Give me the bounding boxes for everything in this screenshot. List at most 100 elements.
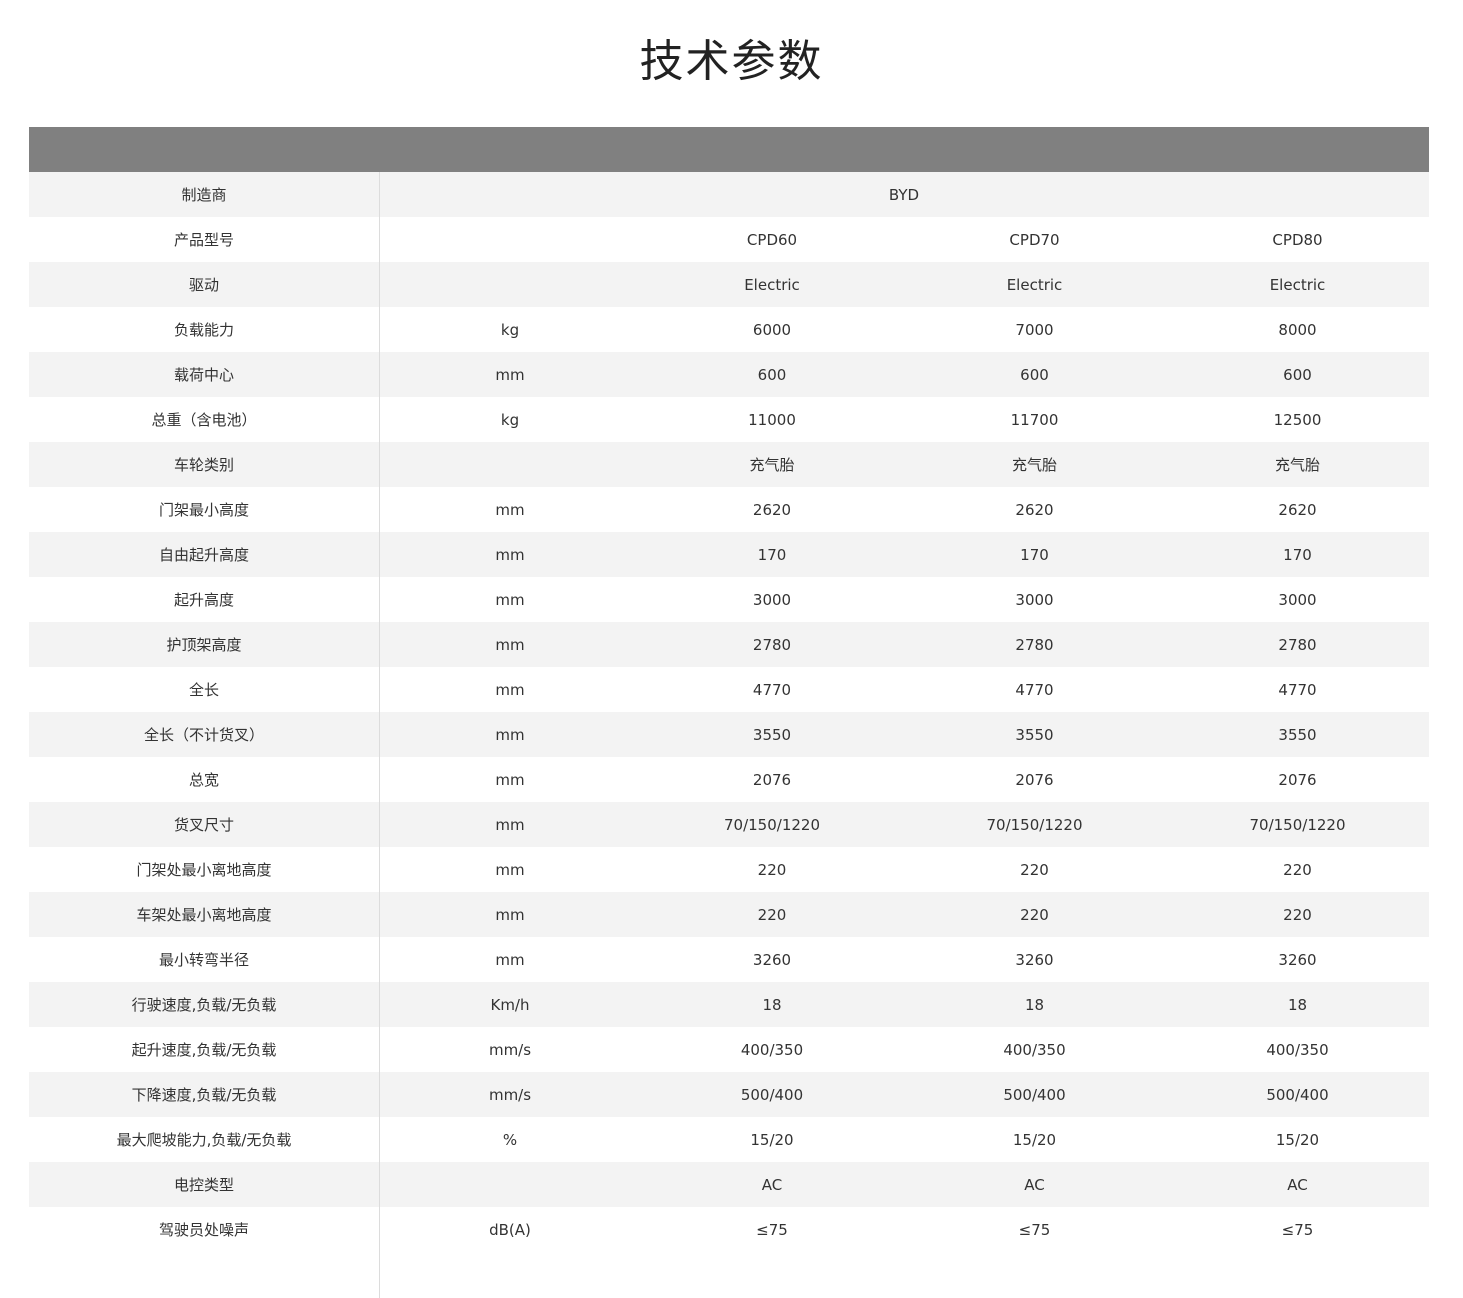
model-value-cell: 15/20 [750, 1130, 794, 1149]
table-row: 行驶速度,负载/无负载 Km/h 18 18 18 [29, 982, 1429, 1027]
row-label: 行驶速度,负载/无负载 [131, 996, 277, 1014]
model-value-cell: 3260 [1015, 950, 1054, 969]
table-row: 最大爬坡能力,负载/无负载% 15/20 15/20 15/20 [29, 1117, 1429, 1162]
model-value-cell: Electric [1269, 275, 1326, 294]
row-label: 全长（不计货叉） [143, 726, 264, 744]
model-value-cell: 4770 [752, 680, 792, 699]
row-label: 门架最小高度 [158, 501, 249, 519]
table-row: 全长 mm 4770 4770 4770 [29, 667, 1429, 712]
model-value-cell: AC [761, 1175, 783, 1194]
row-label: 总宽 [188, 771, 219, 789]
spec-table: 制造商 BYD 产品型号 CPD60 CPD70 CPD80 驱动 Electric Ele… [29, 127, 1429, 1298]
row-unit: kg [500, 410, 520, 429]
model-value-cell: 70/150/1220 [724, 815, 820, 834]
model-value-cell: 2076 [1278, 770, 1317, 789]
table-row: 全长（不计货叉） mm 3550 3550 3550 [29, 712, 1429, 757]
model-value-cell: 2780 [1015, 635, 1054, 654]
row-unit: mm [495, 590, 525, 609]
model-value-cell: CPD80 [1272, 230, 1323, 249]
model-value-cell: AC [1024, 1175, 1045, 1194]
table-row: 总宽 mm 2076 2076 2076 [29, 757, 1429, 802]
model-value-cell: 220 [1283, 905, 1312, 924]
model-value-cell: 6000 [752, 320, 792, 339]
row-label: 门架处最小离地高度 [136, 861, 272, 879]
row-unit: mm [495, 860, 525, 879]
model-value-cell: 18 [1287, 995, 1308, 1014]
table-row: 门架处最小离地高度 mm 220 220 220 [29, 847, 1429, 892]
model-value-cell: 11000 [748, 410, 796, 429]
model-value-cell: CPD70 [1009, 230, 1060, 249]
row-label: 最大爬坡能力,负载/无负载 [116, 1131, 292, 1149]
model-value-cell: 600 [1283, 365, 1312, 384]
table-row: 车轮类别 充气胎 充气胎 充气胎 [29, 442, 1429, 487]
row-label: 起升速度,负载/无负载 [131, 1041, 277, 1059]
row-label: 全长 [188, 681, 219, 699]
row-unit: kg [500, 320, 520, 339]
table-row: 驱动 Electric Electric Electric [29, 262, 1429, 307]
model-value-cell: 8000 [1278, 320, 1317, 339]
model-value-cell: 220 [1283, 860, 1312, 879]
table-row: 产品型号 CPD60 CPD70 CPD80 [29, 217, 1429, 262]
model-value-cell: 3550 [1278, 725, 1317, 744]
model-value-cell: 3000 [1015, 590, 1054, 609]
row-unit: mm [495, 500, 525, 519]
table-row: 货叉尺寸 mm 70/150/1220 70/150/1220 70/150/1220 [29, 802, 1429, 847]
model-value-cell: 2620 [1278, 500, 1317, 519]
row-label: 负载能力 [173, 321, 234, 339]
row-unit: mm/s [488, 1040, 532, 1059]
model-value-cell: 70/150/1220 [1249, 815, 1346, 834]
row-label: 护顶架高度 [166, 636, 242, 654]
column-divider [379, 172, 380, 1298]
table-row: 总重（含电池） kg 11000 11700 12500 [29, 397, 1429, 442]
manufacturer-value: BYD [888, 185, 920, 204]
model-value-cell: 70/150/1220 [986, 815, 1083, 834]
model-value-cell: 500/400 [1003, 1085, 1066, 1104]
model-value-cell: Electric [1006, 275, 1063, 294]
model-value-cell: 2620 [752, 500, 792, 519]
model-value-cell: 3000 [752, 590, 792, 609]
model-value-cell: 500/400 [1266, 1085, 1329, 1104]
model-value-cell: 3550 [752, 725, 792, 744]
model-value-cell: AC [1287, 1175, 1308, 1194]
model-value-cell: Electric [744, 275, 800, 294]
table-row: 起升速度,负载/无负载 mm/s 400/350 400/350 400/350 [29, 1027, 1429, 1072]
model-value-cell: 400/350 [740, 1040, 804, 1059]
row-label: 总重（含电池） [151, 411, 257, 429]
model-value-cell: 4770 [1015, 680, 1054, 699]
model-value-cell: 18 [762, 995, 782, 1014]
model-value-cell: 12500 [1273, 410, 1322, 429]
model-value-cell: 220 [1020, 905, 1049, 924]
table-row: 最小转弯半径 mm 3260 3260 3260 [29, 937, 1429, 982]
model-value-cell: 充气胎 [1274, 456, 1320, 474]
row-unit: mm [495, 770, 525, 789]
model-value-cell: 3260 [1278, 950, 1317, 969]
page-title: 技术参数 [639, 36, 824, 87]
model-value-cell: 220 [757, 905, 787, 924]
row-unit: mm [495, 950, 525, 969]
model-value-cell: 400/350 [1266, 1040, 1329, 1059]
model-value-cell: 充气胎 [749, 456, 795, 474]
table-row: 护顶架高度 mm 2780 2780 2780 [29, 622, 1429, 667]
row-unit: mm [495, 680, 525, 699]
table-header-bar [29, 127, 1429, 172]
row-label: 最小转弯半径 [158, 951, 249, 969]
model-value-cell: 170 [757, 545, 787, 564]
row-unit: mm [495, 815, 525, 834]
model-value-cell: 2076 [1015, 770, 1054, 789]
row-unit: Km/h [490, 995, 530, 1014]
row-label: 产品型号 [173, 231, 234, 249]
model-value-cell: 15/20 [1275, 1130, 1320, 1149]
row-label: 载荷中心 [173, 366, 234, 384]
table-row: 下降速度,负载/无负载 mm/s 500/400 500/400 500/400 [29, 1072, 1429, 1117]
model-value-cell: 500/400 [740, 1085, 804, 1104]
table-row: 起升高度 mm 3000 3000 3000 [29, 577, 1429, 622]
model-value-cell: 170 [1283, 545, 1312, 564]
model-value-cell: 2620 [1015, 500, 1054, 519]
row-unit: mm [495, 905, 525, 924]
model-value-cell: 15/20 [1012, 1130, 1057, 1149]
model-value-cell: ≤75 [1281, 1220, 1314, 1239]
row-unit: mm [495, 365, 525, 384]
row-unit: dB(A) [489, 1220, 531, 1239]
model-value-cell: 2780 [752, 635, 792, 654]
model-value-cell: 600 [1020, 365, 1049, 384]
